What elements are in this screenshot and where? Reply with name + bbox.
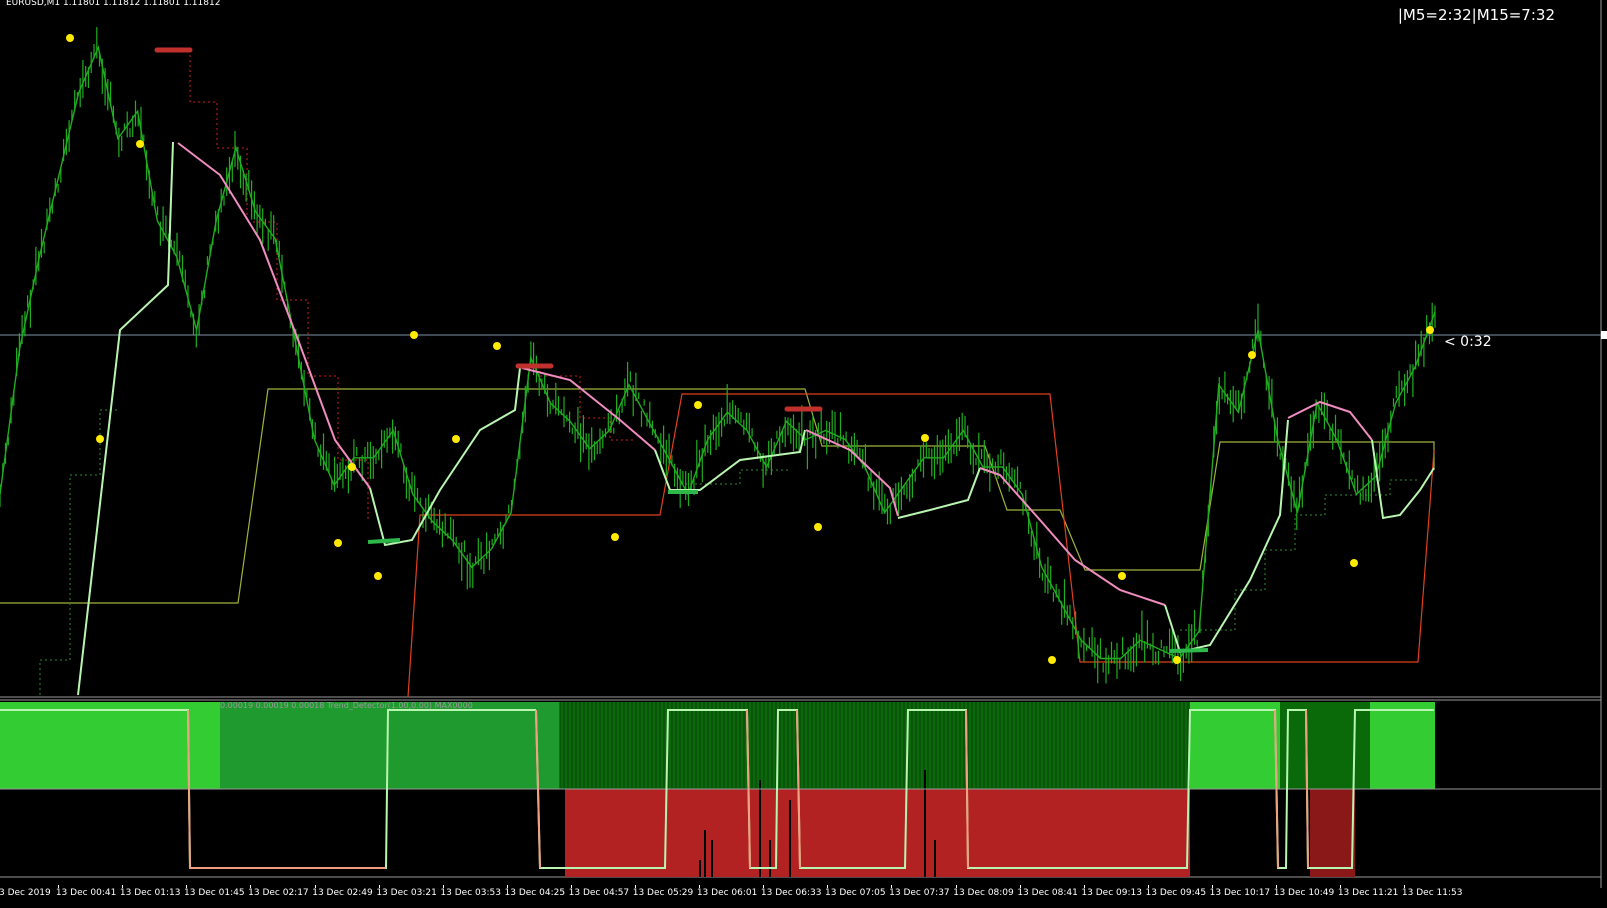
time-axis-tick [442,885,444,888]
hist-green-block-1 [0,702,220,789]
hist-red-block-2 [1310,789,1355,877]
trading-chart[interactable]: EURUSD,M1 1.11801 1.11812 1.11801 1.1181… [0,0,1607,908]
ma-stub-3 [1169,648,1209,653]
time-axis: 13 Dec 201913 Dec 00:4113 Dec 01:1313 De… [0,885,1607,908]
pivot-dot-17 [1248,351,1256,359]
time-axis-label: 13 Dec 05:29 [632,888,694,898]
pivot-dot-14 [1048,656,1056,664]
time-axis-label: 13 Dec 08:09 [953,888,1014,898]
time-axis-tick [1147,885,1149,888]
time-axis-tick [699,885,701,888]
pivot-dot-4 [348,463,356,471]
time-axis-label: 13 Dec 07:05 [825,888,886,898]
pivot-dot-10 [611,533,619,541]
time-axis-label: 13 Dec 2019 [0,888,51,898]
pivot-dot-19 [1426,326,1434,334]
pivot-dot-11 [694,401,702,409]
time-axis-tick [1404,885,1406,888]
price-bars [0,27,1436,684]
time-axis-label: 13 Dec 02:49 [312,888,373,898]
time-axis-tick [1019,885,1021,888]
time-axis-label: 13 Dec 10:49 [1273,888,1335,898]
price-series [0,27,1436,684]
slow-ma-up-6 [1371,439,1435,520]
pivot-dot-2 [136,140,144,148]
time-axis-label: 13 Dec 02:17 [248,888,309,898]
time-axis-tick [570,885,572,888]
time-axis-label: 13 Dec 09:13 [1081,888,1142,898]
ma-stub-1 [367,538,401,544]
time-axis-tick [186,885,188,888]
hist-red-block [565,789,1190,877]
hist-green-block-4 [1370,702,1435,789]
time-axis-tick [1340,885,1342,888]
bid-price-marker [1601,331,1607,339]
chart-canvas[interactable] [0,0,1607,908]
pivot-dot-7 [410,331,418,339]
time-axis-tick [891,885,893,888]
time-axis-tick [250,885,252,888]
hist-green-block-3 [1190,702,1280,789]
time-axis-tick [378,885,380,888]
time-axis-tick [506,885,508,888]
time-axis-label: 13 Dec 03:21 [376,888,437,898]
slow-ma-down-4 [979,467,1166,606]
hist-green-block-2 [220,702,560,789]
pivot-dot-3 [96,435,104,443]
pivot-dot-9 [493,342,501,350]
pivot-dot-1 [66,34,74,42]
pivot-dot-5 [334,539,342,547]
hist-green-dark-block-2 [1280,702,1370,789]
time-axis-label: 13 Dec 10:17 [1209,888,1271,898]
time-axis-label: 13 Dec 06:01 [696,888,758,898]
time-axis-label: 13 Dec 03:53 [440,888,501,898]
time-axis-tick [58,885,60,888]
time-axis-label: 13 Dec 01:13 [119,888,181,898]
time-axis-tick [827,885,829,888]
bid-price-countdown: < 0:32 [1444,334,1492,350]
slow-ma-up-1 [77,141,174,696]
time-axis-tick [635,885,636,888]
pivot-dot-8 [452,435,460,443]
pivot-dot-16 [1173,656,1181,664]
upper-channel-line [0,388,1435,604]
time-axis-tick [1211,885,1213,888]
subwindow-indicator-label: 0.00019 0.00019 0.00018 Trend_Detector(1… [220,701,473,710]
symbol-header: EURUSD,M1 1.11801 1.11812 1.11801 1.1181… [6,0,221,8]
time-axis-label: 13 Dec 11:53 [1401,888,1463,898]
time-axis-tick [1276,885,1277,888]
time-axis-label: 13 Dec 08:41 [1017,888,1078,898]
price-close-line [0,45,1436,660]
time-axis-tick [763,885,765,888]
pivot-dot-6 [374,572,382,580]
time-axis-label: 13 Dec 11:21 [1337,888,1399,898]
time-axis-label: 13 Dec 04:57 [568,888,630,898]
time-axis-label: 13 Dec 09:45 [1145,888,1207,898]
dotted-stop-line-green-1 [39,409,120,695]
time-axis-label: 13 Dec 04:25 [504,888,566,898]
pivot-dot-18 [1350,559,1358,567]
pivot-dot-13 [921,434,929,442]
slow-ma-up-5 [1164,419,1289,654]
time-axis-tick [955,885,957,888]
time-axis-label: 13 Dec 06:33 [760,888,822,898]
time-axis-label: 13 Dec 00:41 [55,888,117,898]
pivot-dot-15 [1118,572,1126,580]
slow-ma-down-1 [177,142,371,489]
time-axis-tick [122,885,124,888]
candle-timer-readout: |M5=2:32|M15=7:32 [1397,6,1555,24]
time-axis-tick [1083,885,1085,888]
lower-channel-line [407,393,1435,698]
time-axis-label: 13 Dec 07:37 [889,888,950,898]
time-axis-label: 13 Dec 01:45 [184,888,245,898]
pivot-dot-12 [814,523,822,531]
time-axis-tick [314,885,316,888]
